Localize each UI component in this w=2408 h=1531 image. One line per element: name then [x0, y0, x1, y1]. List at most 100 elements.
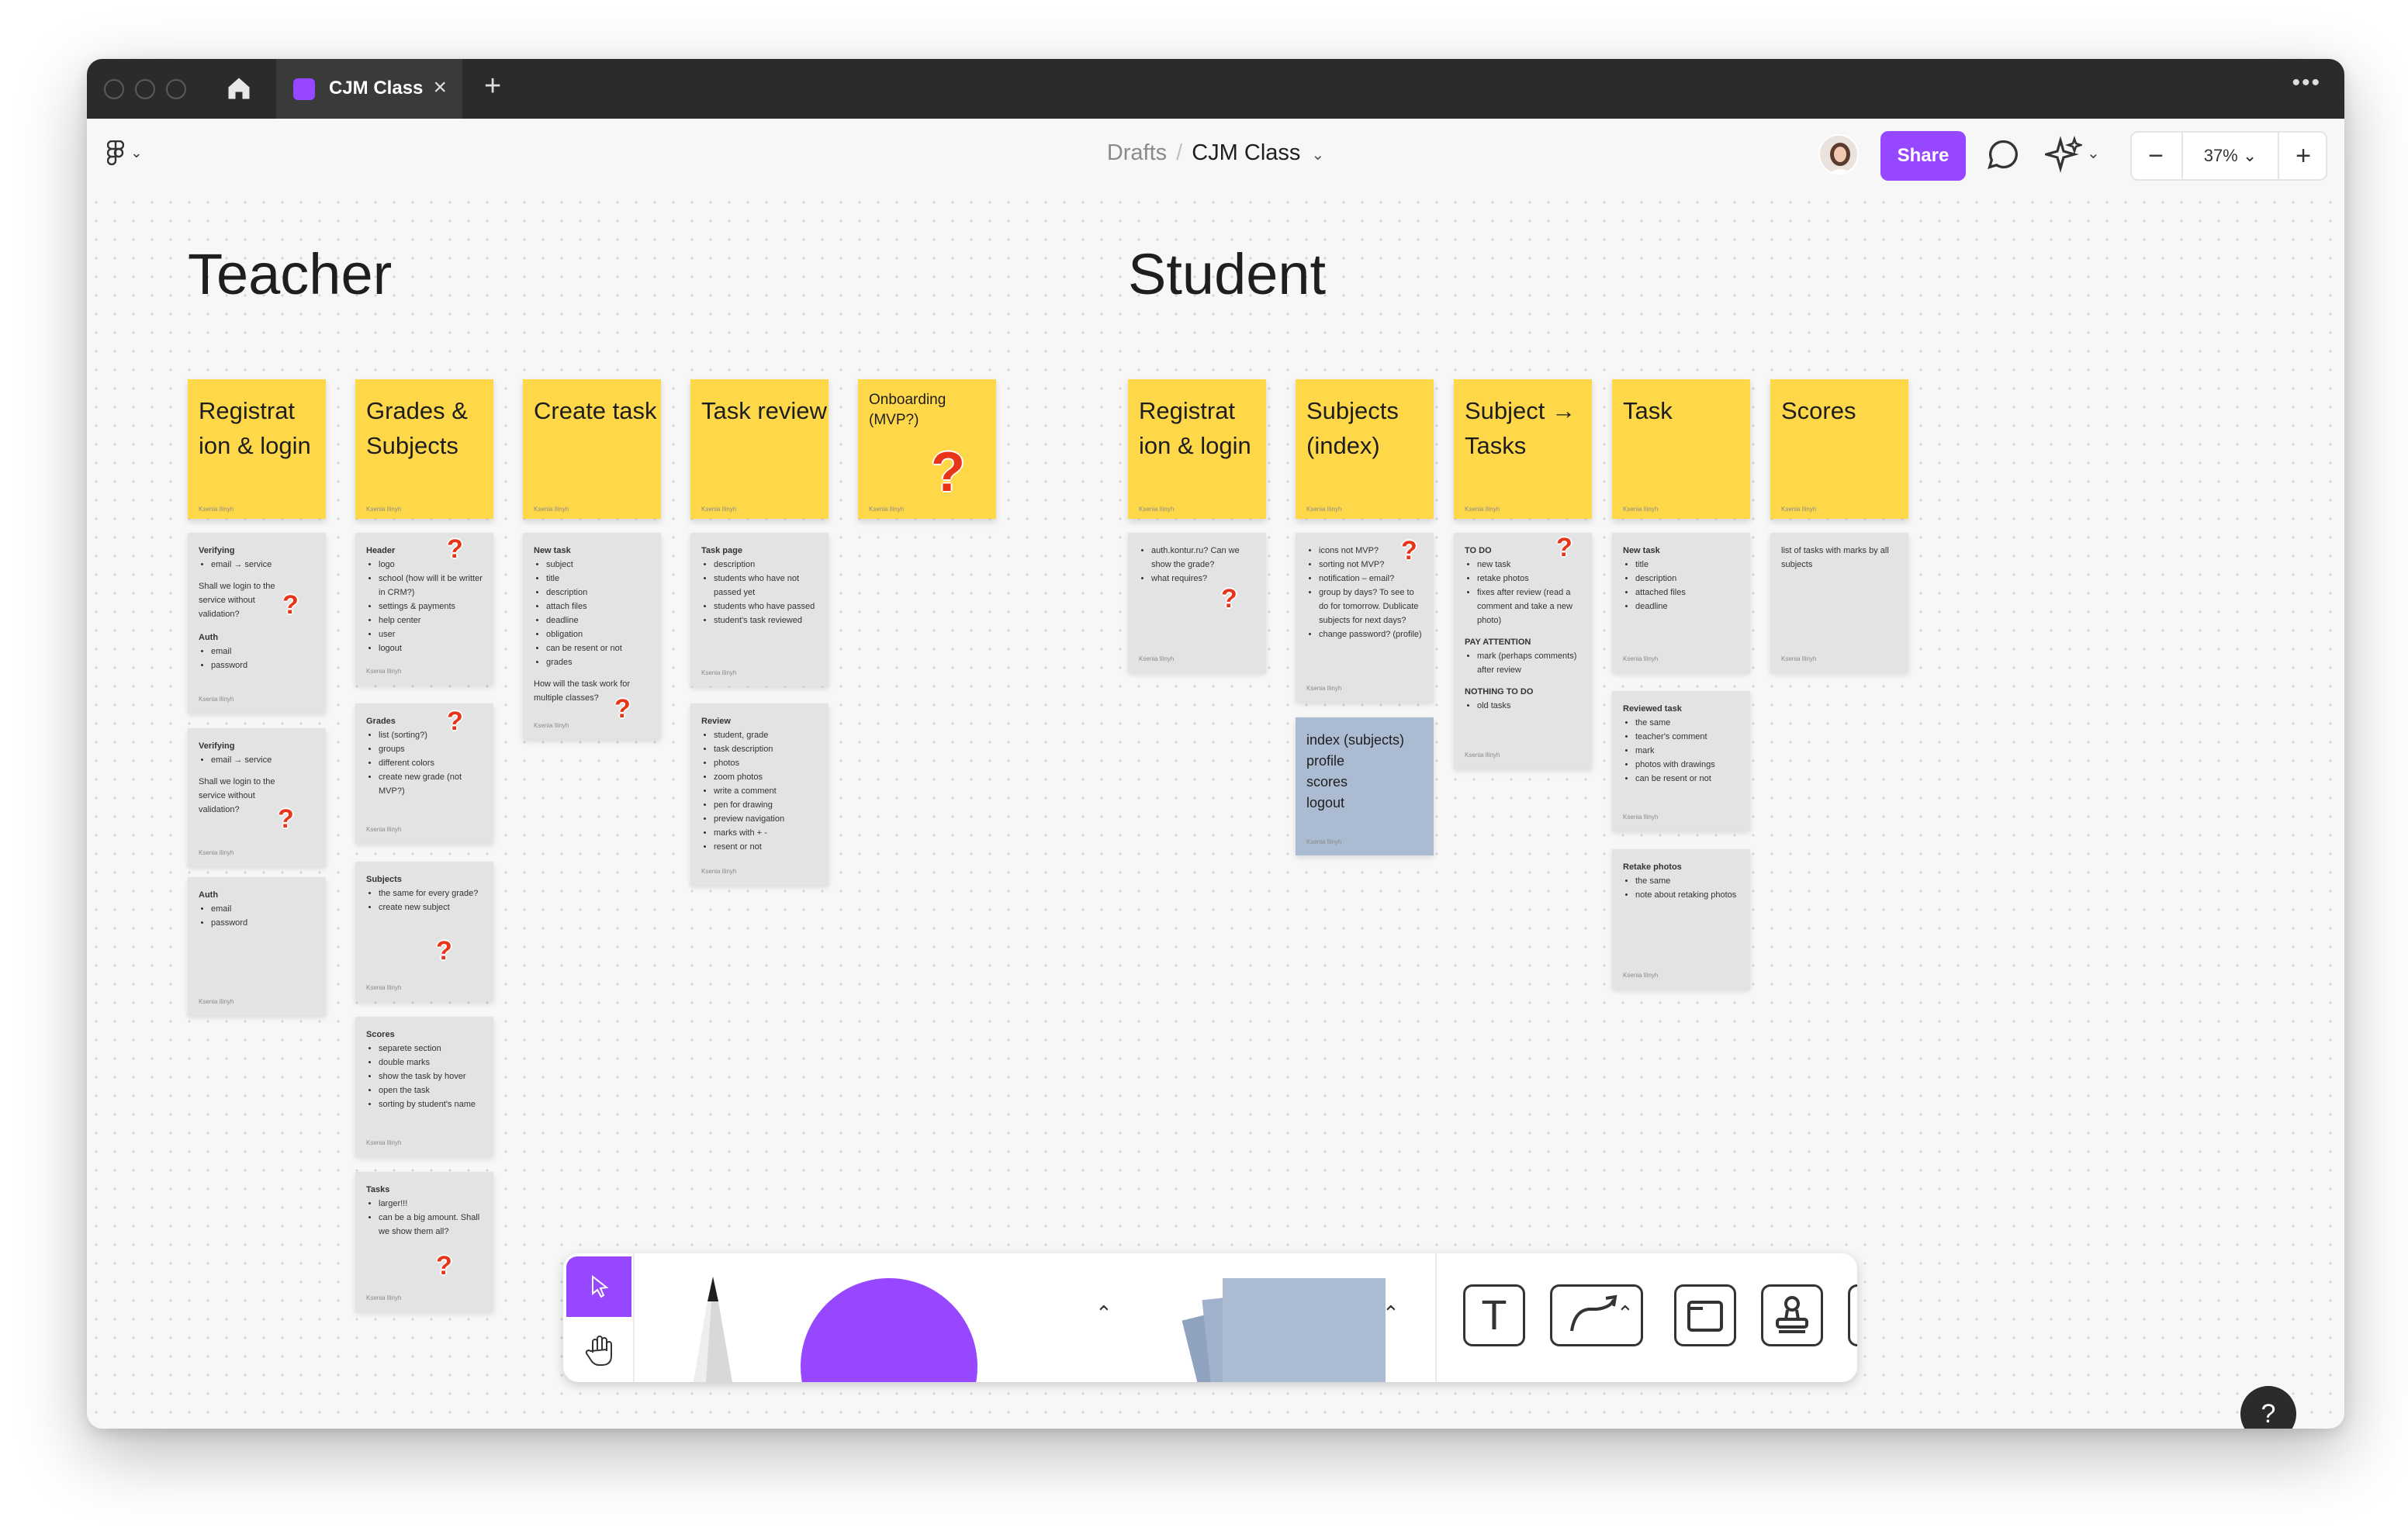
app-window: CJM Class × + ••• ⌄ Drafts / CJM Class ⌄ Sh…: [87, 59, 2344, 1429]
zoom-level[interactable]: 37% ⌄: [2181, 133, 2279, 179]
note-teacher-subjects[interactable]: Subjects the same for every grade? creat…: [355, 862, 493, 1001]
select-tool-button[interactable]: [566, 1256, 631, 1317]
note-item: email → service: [211, 753, 315, 767]
sticky-student-registration[interactable]: Registrat ion & login Ksenia Ilinyh: [1128, 379, 1266, 519]
sticky-teacher-registration[interactable]: Registrat ion & login Ksenia Ilinyh: [188, 379, 326, 519]
chevron-down-icon[interactable]: ⌄: [1311, 147, 1324, 164]
note-item: sorting by student's name: [379, 1097, 483, 1111]
note-heading: Review: [701, 717, 731, 726]
maximize-window-button[interactable]: [166, 79, 186, 99]
sticky-student-subjects[interactable]: Subjects (index) Ksenia Ilinyh: [1296, 379, 1434, 519]
note-item: change password? (profile): [1319, 627, 1423, 641]
chevron-up-icon[interactable]: ⌃: [1382, 1301, 1399, 1325]
sticky-teacher-onboarding[interactable]: Onboarding (MVP?)? Ksenia Ilinyh: [858, 379, 996, 519]
chevron-down-icon[interactable]: ⌄: [2087, 143, 2100, 163]
note-teacher-header[interactable]: Header logo school (how will it be writt…: [355, 533, 493, 685]
help-button[interactable]: ?: [2240, 1386, 2296, 1429]
note-item: grades: [546, 655, 650, 669]
note-item: marks with + -: [714, 826, 818, 840]
sticky-text: Scores: [1781, 397, 1856, 424]
note-item: title: [1635, 558, 1739, 572]
note-teacher-verifying-2[interactable]: Verifying email → service Shall we login…: [188, 728, 326, 866]
note-item: create new subject: [379, 900, 483, 914]
note-item: email → service: [211, 558, 315, 572]
note-item: the same: [1635, 874, 1739, 888]
note-student-registration[interactable]: auth.kontur.ru? Can we show the grade? w…: [1128, 533, 1266, 672]
author-label: Ksenia Ilinyh: [1781, 655, 1817, 662]
note-student-new-task[interactable]: New task title description attached file…: [1612, 533, 1750, 672]
chevron-up-icon[interactable]: ⌃: [1095, 1301, 1112, 1325]
more-options-icon[interactable]: •••: [2292, 70, 2321, 96]
note-heading: Retake photos: [1623, 862, 1682, 872]
note-item: title: [546, 572, 650, 586]
note-item: logout: [379, 641, 483, 655]
sticky-student-task[interactable]: Task Ksenia Ilinyh: [1612, 379, 1750, 519]
question-mark-icon: ?: [1221, 584, 1237, 613]
note-heading: Verifying: [199, 546, 235, 555]
comment-icon[interactable]: [1986, 137, 2020, 171]
note-item: fixes after review (read a comment and t…: [1477, 586, 1581, 627]
question-mark-icon: ?: [1401, 536, 1417, 565]
creation-toolbar: ⌃ ⌃ T ⌃: [563, 1253, 1857, 1382]
sticky-teacher-grades[interactable]: Grades & Subjects Ksenia Ilinyh: [355, 379, 493, 519]
note-student-retake-photos[interactable]: Retake photos the same note about retaki…: [1612, 849, 1750, 989]
note-heading: New task: [1623, 546, 1660, 555]
zoom-out-button[interactable]: −: [2132, 133, 2180, 179]
note-student-reviewed-task[interactable]: Reviewed task the same teacher's comment…: [1612, 691, 1750, 831]
note-item: can be resent or not: [546, 641, 650, 655]
board-canvas[interactable]: Teacher Student Registrat ion & login Kse…: [87, 193, 2344, 1429]
stamp-tool-button[interactable]: [1761, 1284, 1823, 1346]
chevron-up-icon[interactable]: ⌃: [1617, 1301, 1634, 1325]
stamp-icon: [1776, 1296, 1808, 1333]
avatar[interactable]: [1818, 134, 1859, 175]
note-item: pen for drawing: [714, 798, 818, 812]
file-toolbar: ⌄ Drafts / CJM Class ⌄ Share ⌄ − 37% ⌄ +: [87, 119, 2344, 193]
figjam-file-icon: [293, 78, 315, 100]
note-teacher-task-page[interactable]: Task page description students who have …: [690, 533, 829, 686]
close-window-button[interactable]: [104, 79, 124, 99]
home-icon[interactable]: [225, 74, 253, 102]
ai-sparkle-icon[interactable]: [2045, 136, 2082, 173]
breadcrumb-drafts[interactable]: Drafts: [1107, 140, 1167, 165]
title-bar: CJM Class × + •••: [87, 59, 2344, 119]
minimize-window-button[interactable]: [135, 79, 155, 99]
sticky-student-scores[interactable]: Scores Ksenia Ilinyh: [1770, 379, 1908, 519]
note-student-todo[interactable]: TO DO new task retake photos fixes after…: [1454, 533, 1592, 769]
note-teacher-tasks[interactable]: Tasks larger!!! can be a big amount. Sha…: [355, 1172, 493, 1312]
sticky-teacher-create-task[interactable]: Create task Ksenia Ilinyh: [523, 379, 661, 519]
sticky-teacher-task-review[interactable]: Task review Ksenia Ilinyh: [690, 379, 829, 519]
note-item: deadline: [546, 613, 650, 627]
question-mark-icon: ?: [436, 936, 452, 966]
note-student-index[interactable]: index (subjects) profile scores logout K…: [1296, 717, 1434, 855]
new-tab-button[interactable]: +: [484, 70, 501, 103]
section-tool-button[interactable]: [1674, 1284, 1736, 1346]
shape-circle-tool-icon[interactable]: [796, 1275, 982, 1382]
sticky-student-subject-tasks[interactable]: Subject → Tasks Ksenia Ilinyh: [1454, 379, 1592, 519]
cursor-arrow-icon: [592, 1274, 609, 1298]
close-tab-icon[interactable]: ×: [433, 74, 447, 101]
pen-tool-icon[interactable]: [670, 1277, 756, 1382]
sticky-text: Task: [1623, 397, 1673, 424]
note-item: photos with drawings: [1635, 758, 1739, 772]
note-teacher-review[interactable]: Review student, grade task description p…: [690, 703, 829, 885]
note-teacher-grades[interactable]: Grades list (sorting?) groups different …: [355, 703, 493, 843]
author-label: Ksenia Ilinyh: [1139, 506, 1175, 513]
note-teacher-auth[interactable]: Auth emailpassword Ksenia Ilinyh: [188, 877, 326, 1015]
zoom-in-button[interactable]: +: [2279, 133, 2327, 179]
note-student-subjects[interactable]: icons not MVP? sorting not MVP? notifica…: [1296, 533, 1434, 702]
question-mark-icon: ?: [278, 804, 294, 834]
note-item: student, grade: [714, 728, 818, 742]
widgets-tool-button[interactable]: [1848, 1284, 1857, 1346]
text-tool-button[interactable]: T: [1463, 1284, 1525, 1346]
sticky-note-tool-icon[interactable]: [1161, 1275, 1393, 1382]
note-teacher-verifying[interactable]: Verifying email → service Shall we login…: [188, 533, 326, 713]
file-tab[interactable]: CJM Class ×: [276, 59, 462, 119]
note-teacher-scores[interactable]: Scores separete section double marks sho…: [355, 1017, 493, 1156]
hand-tool-button[interactable]: [566, 1318, 631, 1379]
note-item: resent or not: [714, 840, 818, 854]
share-button[interactable]: Share: [1880, 131, 1966, 181]
note-student-scores[interactable]: list of tasks with marks by all subjects…: [1770, 533, 1908, 672]
file-name[interactable]: CJM Class: [1192, 140, 1300, 165]
note-heading: Subjects: [366, 875, 402, 884]
note-teacher-new-task[interactable]: New task subject title description attac…: [523, 533, 661, 739]
